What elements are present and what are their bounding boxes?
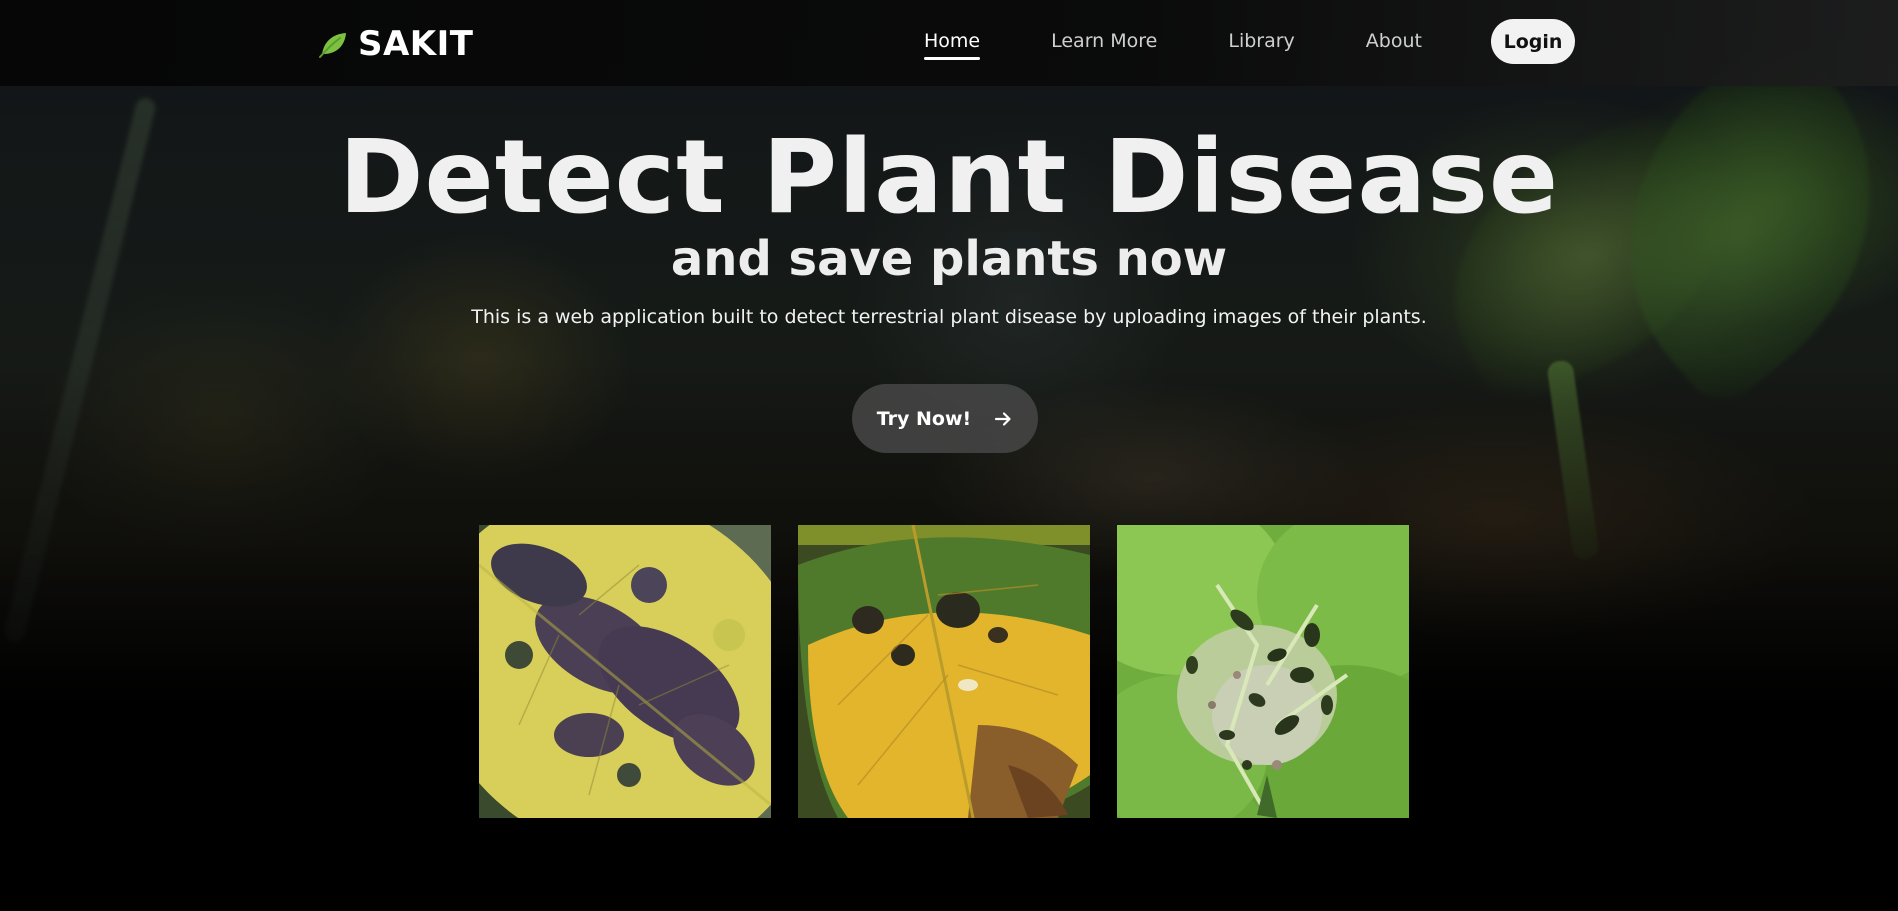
arrow-right-icon (995, 411, 1011, 426)
disease-gallery (479, 525, 1409, 818)
nav-link-library[interactable]: Library (1228, 28, 1294, 54)
try-now-button[interactable]: Try Now! (852, 384, 1038, 453)
gallery-image-leaf-holes (1117, 525, 1409, 818)
nav-link-learn-more[interactable]: Learn More (1051, 28, 1157, 54)
landing-page: SAKIT Home Learn More Library About Logi… (0, 0, 1898, 911)
nav-link-home[interactable]: Home (924, 28, 981, 60)
nav-link-about[interactable]: About (1366, 28, 1422, 54)
leaf-icon (319, 33, 346, 58)
hero-title: Detect Plant Disease (338, 118, 1560, 237)
try-now-label: Try Now! (876, 407, 972, 430)
navbar: SAKIT Home Learn More Library About Logi… (0, 0, 1898, 86)
gallery-image-black-spot (479, 525, 771, 818)
brand-name: SAKIT (358, 24, 474, 64)
brand-logo[interactable]: SAKIT (318, 24, 474, 64)
gallery-image-leaf-yellowing (798, 525, 1090, 818)
login-button[interactable]: Login (1491, 19, 1575, 64)
nav-links: Home Learn More Library About (924, 28, 1493, 60)
hero-subtitle: and save plants now (670, 231, 1228, 287)
hero-description: This is a web application built to detec… (471, 306, 1427, 328)
